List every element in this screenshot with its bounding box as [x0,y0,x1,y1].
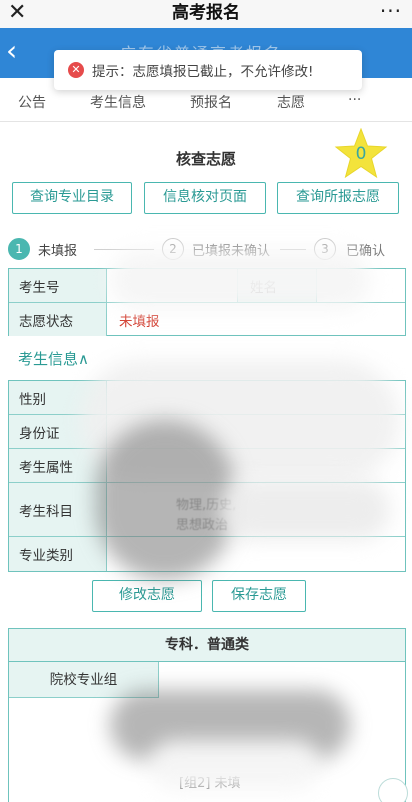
title-bar: ✕ 高考报名 ··· [0,0,412,28]
query-applied-button[interactable]: 查询所报志愿 [277,182,399,214]
table-row: 性别 [9,381,405,415]
star-count: 0 [355,144,367,164]
table-row: 身份证 [9,415,405,449]
more-options-icon[interactable]: ··· [380,0,402,22]
table-row: 专业类别 [9,537,405,571]
choice-table: 院校专业组 [组2] 未填 [8,662,406,802]
name-label: 姓名 [237,269,317,302]
table-row: 考生属性 [9,449,405,483]
school-group-label: 院校专业组 [9,662,159,698]
verify-info-button[interactable]: 信息核对页面 [144,182,266,214]
id-label: 身份证 [9,415,107,448]
subjects-label: 考生科目 [9,483,107,536]
edit-volunteer-button[interactable]: 修改志愿 [92,580,202,612]
gender-label: 性别 [9,381,107,414]
step-3-circle: 3 [314,238,336,260]
tab-pre-registration[interactable]: 预报名 [190,92,232,112]
status-label: 志愿状态 [9,303,107,336]
step-2-label: 已填报未确认 [192,244,271,259]
step-3-label: 已确认 [346,244,386,259]
group-status-text: [组2] 未填 [179,776,241,791]
residence-label: 考生属性 [9,449,107,482]
scroll-top-button[interactable] [378,778,408,802]
step-connector [280,249,306,250]
table-row: 考生号 姓名 [9,269,405,303]
student-info-title: 考生信息 [18,350,79,368]
toast-message: 提示：志愿填报已截止，不允许修改! [92,64,314,80]
tab-more[interactable]: ··· [348,92,361,108]
status-table: 考生号 姓名 志愿状态 未填报 [8,268,406,336]
query-major-button[interactable]: 查询专业目录 [12,182,132,214]
step-1-circle: 1 [8,238,30,260]
progress-steps: 1 未填报 2 已填报未确认 3 已确认 [0,236,412,264]
status-value: 未填报 [119,313,160,330]
tab-volunteer[interactable]: 志愿 [277,92,305,112]
chevron-up-icon: ∧ [78,350,89,368]
choice-table-header: 专科．普通类 [8,628,406,662]
step-1-label: 未填报 [38,244,78,259]
save-volunteer-button[interactable]: 保存志愿 [212,580,306,612]
table-row: 志愿状态 未填报 [9,303,405,336]
error-icon: ✕ [68,62,84,78]
exam-number-label: 考生号 [9,269,107,302]
tab-student-info[interactable]: 考生信息 [90,92,146,112]
student-info-table: 性别 身份证 考生属性 考生科目 专业类别 [8,380,406,572]
subjects-value-line2: 思想政治 [176,518,229,533]
step-connector [94,249,154,250]
major-type-label: 专业类别 [9,537,107,571]
subjects-value-line1: 物理,历史, [176,498,237,513]
app-title: 高考报名 [172,3,240,23]
error-toast: ✕ 提示：志愿填报已截止，不允许修改! [54,50,362,90]
step-2-circle: 2 [162,238,184,260]
student-info-toggle[interactable]: 考生信息∧ [18,348,89,369]
back-icon[interactable]: ‹ [6,36,17,66]
tab-announcement[interactable]: 公告 [18,92,46,112]
